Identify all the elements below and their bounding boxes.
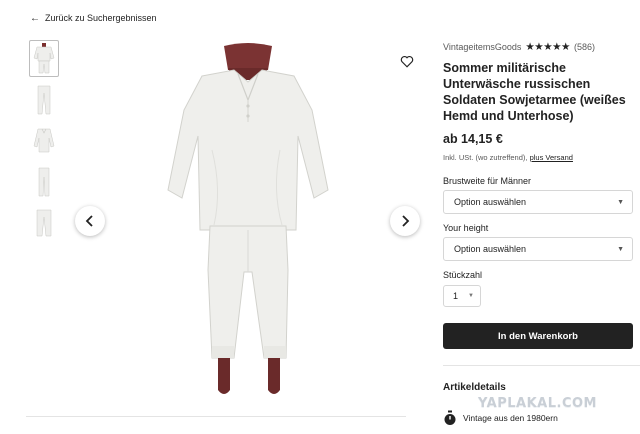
triangle-down-icon: ▼ (617, 198, 624, 206)
divider (26, 416, 406, 417)
stopwatch-icon (444, 410, 456, 425)
rating-stars: ★★★★★ (525, 41, 570, 53)
divider (443, 365, 640, 366)
height-label: Your height (443, 223, 489, 233)
next-image-button[interactable] (390, 206, 420, 236)
back-to-results-link[interactable]: ← Zurück zu Suchergebnissen (30, 13, 157, 23)
chest-size-select[interactable]: Option auswählen ▼ (443, 190, 633, 214)
heart-icon (400, 55, 414, 68)
height-select[interactable]: Option auswählen ▼ (443, 237, 633, 261)
quantity-label: Stückzahl (443, 270, 483, 280)
rating-count[interactable]: (586) (574, 42, 595, 52)
watermark: YAPLAKAL.COM (478, 396, 597, 411)
tax-note-text: Inkl. USt. (wo zutreffend), (443, 153, 528, 162)
shipping-link[interactable]: plus Versand (530, 153, 573, 162)
previous-image-button[interactable] (75, 206, 105, 236)
tax-note: Inkl. USt. (wo zutreffend), plus Versand (443, 153, 633, 162)
thumbnail-full-set[interactable] (29, 40, 59, 77)
add-to-cart-button[interactable]: In den Warenkorb (443, 323, 633, 349)
thumbnail-list (29, 40, 61, 245)
arrow-left-icon: ← (30, 12, 40, 24)
main-product-image (72, 40, 424, 410)
triangle-down-icon: ▼ (468, 293, 474, 299)
thumbnail-shirt[interactable] (29, 122, 59, 159)
thumbnail-pants-back[interactable] (29, 163, 59, 200)
thumbnail-pants-detail[interactable] (29, 204, 59, 241)
favorite-button[interactable] (397, 51, 417, 71)
product-title: Sommer militärische Unterwäsche russisch… (443, 61, 626, 123)
shop-name-link[interactable]: VintageitemsGoods (443, 42, 521, 52)
quantity-value: 1 (453, 291, 459, 301)
vintage-text: Vintage aus den 1980ern (463, 413, 558, 423)
triangle-down-icon: ▼ (617, 245, 624, 253)
product-info-panel: VintageitemsGoods ★★★★★ (586) Sommer mil… (443, 40, 640, 425)
item-details-heading: Artikeldetails (443, 382, 506, 393)
product-price: ab 14,15 € (443, 132, 503, 146)
thumbnail-pants-front[interactable] (29, 81, 59, 118)
shop-rating-row: VintageitemsGoods ★★★★★ (586) (443, 40, 633, 54)
vintage-info: Vintage aus den 1980ern (443, 410, 558, 426)
quantity-select[interactable]: 1 ▼ (443, 285, 481, 307)
chevron-left-icon (85, 215, 93, 227)
back-link-label: Zurück zu Suchergebnissen (45, 13, 157, 23)
chevron-right-icon (402, 215, 410, 227)
height-value: Option auswählen (454, 244, 527, 254)
chest-size-value: Option auswählen (454, 197, 527, 207)
chest-size-label: Brustweite für Männer (443, 176, 532, 186)
